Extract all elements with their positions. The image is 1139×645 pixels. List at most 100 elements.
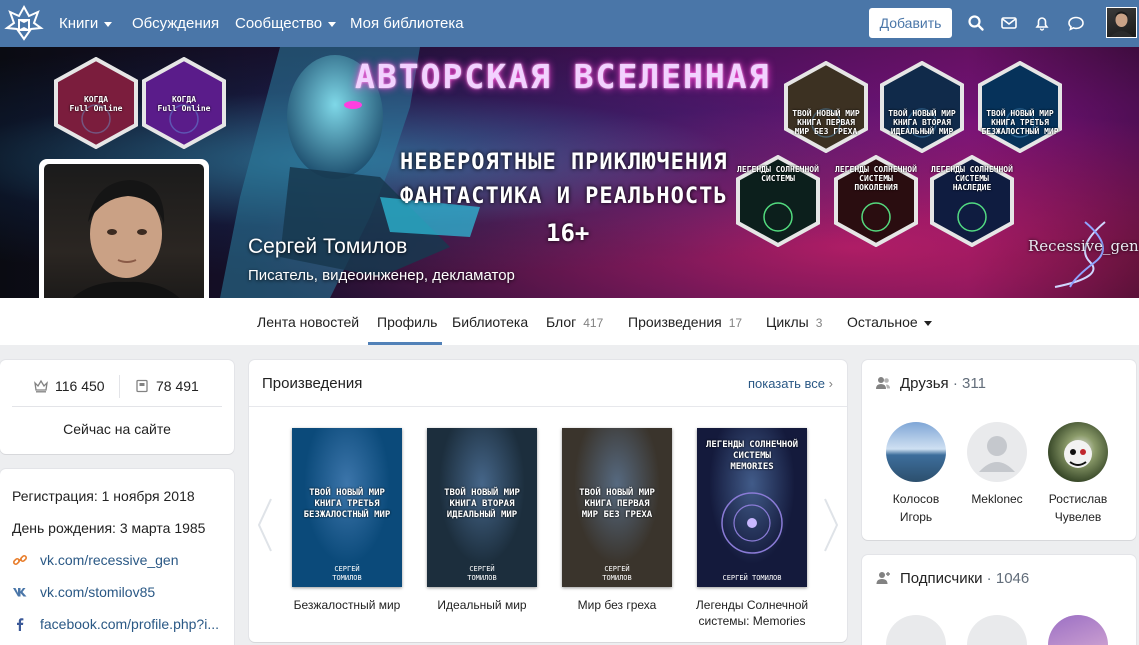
subscriber-avatar[interactable] <box>967 615 1027 645</box>
chat-icon[interactable] <box>1066 13 1086 33</box>
search-icon[interactable] <box>966 13 986 33</box>
site-logo-icon[interactable] <box>4 4 44 42</box>
book-cover-title: ТВОЙ НОВЫЙ МИР КНИГА ВТОРАЯ ИДЕАЛЬНЫЙ МИ… <box>444 488 520 520</box>
users-icon <box>876 377 890 389</box>
tab-news-feed[interactable]: Лента новостей <box>257 314 359 330</box>
info-card: Регистрация: 1 ноября 2018 День рождения… <box>0 469 234 645</box>
book-cover[interactable]: ТВОЙ НОВЫЙ МИР КНИГА ВТОРАЯ ИДЕАЛЬНЫЙ МИ… <box>427 428 537 587</box>
chevron-down-icon <box>328 21 337 27</box>
carousel-prev-icon[interactable] <box>255 495 275 555</box>
profile-role: Писатель, видеоинженер, декламатор <box>248 267 515 284</box>
friend-item[interactable]: Meklonec <box>957 422 1037 508</box>
link-vk-recessive[interactable]: vk.com/recessive_gen <box>12 552 179 568</box>
friend-item[interactable]: Ростислав Чувелев <box>1038 422 1118 526</box>
add-button[interactable]: Добавить <box>869 8 952 38</box>
birthday: День рождения: 3 марта 1985 <box>12 520 206 536</box>
bell-icon[interactable] <box>1032 13 1052 33</box>
book-cover-title: ЛЕГЕНДЫ СОЛНЕЧНОЙ СИСТЕМЫ MEMORIES <box>705 440 799 472</box>
cover-hex-badge: ТВОЙ НОВЫЙ МИР КНИГА ПЕРВАЯ МИР БЕЗ ГРЕХ… <box>780 60 872 154</box>
book-cover-author: СЕРГЕЙ ТОМИЛОВ <box>332 565 362 582</box>
book-caption[interactable]: Безжалостный мир <box>282 597 412 613</box>
tab-cycles[interactable]: Циклы 3 <box>766 314 822 330</box>
cover-hex-label: ЛЕГЕНДЫ СОЛНЕЧНОЙ СИСТЕМЫ ПОКОЛЕНИЯ <box>835 165 917 192</box>
chevron-right-icon: › <box>828 376 833 391</box>
cover-hex-badge: ТВОЙ НОВЫЙ МИР КНИГА ТРЕТЬЯ БЕЗЖАЛОСТНЫЙ… <box>974 60 1066 154</box>
tab-other[interactable]: Остальное <box>847 314 932 330</box>
cover-hex-label: КОГДА Full Online <box>157 95 211 113</box>
stats-divider <box>119 375 120 398</box>
friends-card: Друзья · 311 Колосов Игорь Meklonec Рост… <box>862 360 1136 540</box>
nav-books[interactable]: Книги <box>59 15 113 32</box>
friend-name: Колосов Игорь <box>892 492 940 524</box>
tab-blog[interactable]: Блог 417 <box>546 314 603 330</box>
book-cover[interactable]: ТВОЙ НОВЫЙ МИР КНИГА ПЕРВАЯ МИР БЕЗ ГРЕХ… <box>562 428 672 587</box>
tab-library[interactable]: Библиотека <box>452 314 528 330</box>
link-facebook[interactable]: facebook.com/profile.php?i... <box>12 616 219 632</box>
cover-hex-badge: ЛЕГЕНДЫ СОЛНЕЧНОЙ СИСТЕМЫ НАСЛЕДИЕ <box>926 154 1018 248</box>
cover-hex-badge: ЛЕГЕНДЫ СОЛНЕЧНОЙ СИСТЕМЫ ПОКОЛЕНИЯ <box>830 154 922 248</box>
stats-card: 116 450 78 491 Сейчас на сайте <box>0 360 234 454</box>
subscriber-avatar[interactable] <box>886 615 946 645</box>
stats-divider-h <box>12 406 222 407</box>
book-cover-author: СЕРГЕЙ ТОМИЛОВ <box>722 574 782 582</box>
nav-community[interactable]: Сообщество <box>235 15 337 32</box>
user-avatar[interactable] <box>1106 7 1137 38</box>
cover-hex-badge: ЛЕГЕНДЫ СОЛНЕЧНОЙ СИСТЕМЫ <box>732 154 824 248</box>
cover-hex-label: КОГДА Full Online <box>69 95 123 113</box>
subscribers-title[interactable]: Подписчики · 1046 <box>875 570 1029 587</box>
book-icon <box>136 379 148 393</box>
book-cover-author: СЕРГЕЙ ТОМИЛОВ <box>467 565 497 582</box>
book-caption[interactable]: Мир без греха <box>552 597 682 613</box>
book-caption[interactable]: Легенды Солнечной системы: Memories <box>687 597 817 629</box>
friend-name: Meklonec <box>971 492 1023 506</box>
link-vk-stomilov[interactable]: vk.com/stomilov85 <box>12 584 155 600</box>
nav-my-library[interactable]: Моя библиотека <box>350 15 464 32</box>
book-caption[interactable]: Идеальный мир <box>417 597 547 613</box>
book-cover-title: ТВОЙ НОВЫЙ МИР КНИГА ТРЕТЬЯ БЕЗЖАЛОСТНЫЙ… <box>303 488 391 520</box>
book-cover-title: ТВОЙ НОВЫЙ МИР КНИГА ПЕРВАЯ МИР БЕЗ ГРЕХ… <box>579 488 655 520</box>
online-status: Сейчас на сайте <box>63 421 171 437</box>
registration-date: Регистрация: 1 ноября 2018 <box>12 488 195 504</box>
orbit-icon <box>721 492 783 554</box>
cover-hex-label: ТВОЙ НОВЫЙ МИР КНИГА ПЕРВАЯ МИР БЕЗ ГРЕХ… <box>792 109 860 136</box>
works-card: Произведения показать все › ТВОЙ НОВЫЙ М… <box>249 360 847 642</box>
avatar-photo-icon <box>1110 11 1133 37</box>
character-avatar-icon <box>1064 440 1092 468</box>
book-cover[interactable]: ТВОЙ НОВЫЙ МИР КНИГА ТРЕТЬЯ БЕЗЖАЛОСТНЫЙ… <box>292 428 402 587</box>
chevron-down-icon <box>923 320 932 326</box>
cover-hex-badge: КОГДА Full Online <box>138 56 230 150</box>
friends-title[interactable]: Друзья · 311 <box>875 375 986 392</box>
vk-icon <box>13 588 27 597</box>
carousel-next-icon[interactable] <box>821 495 841 555</box>
mail-icon[interactable] <box>999 13 1019 33</box>
cover-title: АВТОРСКАЯ ВСЕЛЕННАЯ <box>355 57 771 96</box>
nav-discussions[interactable]: Обсуждения <box>132 15 219 32</box>
cover-watermark: Recessive_gen <box>1028 237 1139 255</box>
tab-profile[interactable]: Профиль <box>377 314 437 330</box>
cover-subtitle-2: ФАНТАСТИКА И РЕАЛЬНОСТЬ <box>400 184 728 209</box>
works-divider <box>249 406 847 407</box>
friend-avatar <box>1048 422 1108 482</box>
show-all-link[interactable]: показать все › <box>748 376 833 391</box>
cover-hex-label: ТВОЙ НОВЫЙ МИР КНИГА ВТОРАЯ ИДЕАЛЬНЫЙ МИ… <box>888 109 956 136</box>
subscriber-avatar[interactable] <box>1048 615 1108 645</box>
works-title: Произведения <box>262 375 363 392</box>
friend-item[interactable]: Колосов Игорь <box>876 422 956 526</box>
book-cover[interactable]: ЛЕГЕНДЫ СОЛНЕЧНОЙ СИСТЕМЫ MEMORIES СЕРГЕЙ… <box>697 428 807 587</box>
hexagon-icon <box>880 60 964 154</box>
book-cover-author: СЕРГЕЙ ТОМИЛОВ <box>602 565 632 582</box>
tab-works[interactable]: Произведения 17 <box>628 314 742 330</box>
cover-age-rating: 16+ <box>546 219 590 247</box>
default-avatar-icon <box>979 436 1015 472</box>
rating-stat: 116 450 <box>34 378 105 394</box>
hexagon-icon <box>978 60 1062 154</box>
profile-name: Сергей Томилов <box>248 235 408 258</box>
facebook-icon <box>17 618 24 631</box>
friend-avatar <box>886 422 946 482</box>
friend-name: Ростислав Чувелев <box>1048 492 1108 524</box>
active-tab-indicator <box>368 342 442 345</box>
cover-hex-label: ТВОЙ НОВЫЙ МИР КНИГА ТРЕТЬЯ БЕЗЖАЛОСТНЫЙ… <box>981 109 1059 136</box>
cover-hex-label: ЛЕГЕНДЫ СОЛНЕЧНОЙ СИСТЕМЫ НАСЛЕДИЕ <box>931 165 1013 192</box>
hexagon-icon <box>784 60 868 154</box>
user-plus-icon <box>876 572 890 584</box>
